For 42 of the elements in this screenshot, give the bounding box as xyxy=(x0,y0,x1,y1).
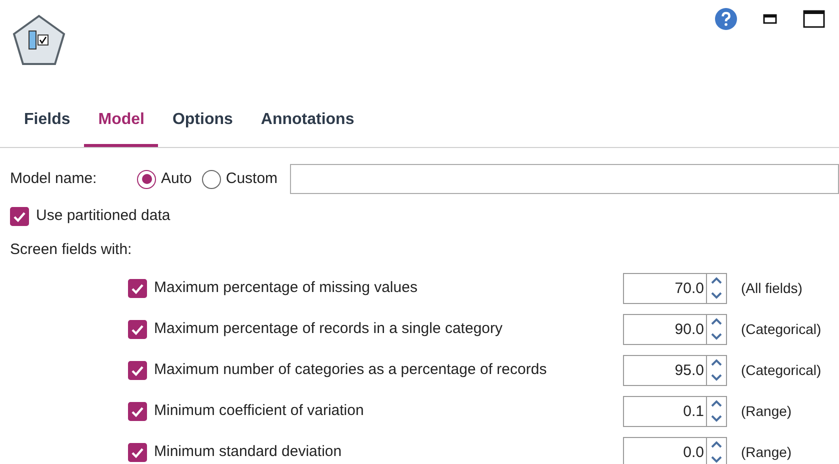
spinner-value: 0.0 xyxy=(682,442,705,462)
checkbox[interactable] xyxy=(128,320,147,338)
tab[interactable]: Fields xyxy=(10,108,84,147)
radio-option[interactable]: Custom xyxy=(202,168,278,190)
spinner-value: 70.0 xyxy=(674,278,705,298)
model-name-field[interactable] xyxy=(290,164,839,194)
checkbox[interactable] xyxy=(128,442,147,462)
checkbox[interactable] xyxy=(10,206,29,226)
spinner-value: 95.0 xyxy=(674,360,705,380)
radio-option[interactable]: Auto xyxy=(137,168,192,190)
field-scope: (Categorical) xyxy=(741,320,822,339)
spinner-field[interactable]: 0.1 xyxy=(623,396,727,426)
field-scope: (Range) xyxy=(741,442,792,462)
spinner-field[interactable]: 0.0 xyxy=(623,436,727,464)
checkbox[interactable] xyxy=(128,360,147,380)
spinner-field[interactable]: 90.0 xyxy=(623,314,727,344)
field-scope: (Range) xyxy=(741,402,792,421)
field-scope: (Categorical) xyxy=(741,360,822,380)
minimize-icon[interactable] xyxy=(763,14,777,24)
tab[interactable]: Model xyxy=(84,108,158,147)
model-name-label: Model name: xyxy=(10,168,98,189)
spinner-value: 90.0 xyxy=(674,320,705,340)
field-scope: (All fields) xyxy=(741,278,802,298)
maximize-icon[interactable] xyxy=(803,10,825,28)
tab[interactable]: Annotations xyxy=(246,108,368,147)
spinner-value: 0.1 xyxy=(682,402,705,422)
checkbox[interactable] xyxy=(128,402,147,420)
node-icon xyxy=(12,14,66,66)
checkbox[interactable] xyxy=(128,278,147,298)
criterion-label: Minimum standard deviation xyxy=(154,442,342,462)
criterion-label: Maximum percentage of records in a single category xyxy=(154,318,503,339)
checkbox-label: Use partitioned data xyxy=(36,206,170,226)
criterion-label: Maximum number of categories as a percentage of records xyxy=(154,360,547,380)
spinner-field[interactable]: 70.0 xyxy=(623,272,727,304)
section-label: Screen fields with: xyxy=(10,240,132,260)
radio-button[interactable] xyxy=(137,170,156,188)
spinner-field[interactable]: 95.0 xyxy=(623,354,727,386)
criterion-label: Minimum coefficient of variation xyxy=(154,400,364,421)
criterion-label: Maximum percentage of missing values xyxy=(154,278,418,298)
help-icon[interactable] xyxy=(715,8,737,30)
tab[interactable]: Options xyxy=(158,108,247,147)
radio-button[interactable] xyxy=(202,170,221,188)
